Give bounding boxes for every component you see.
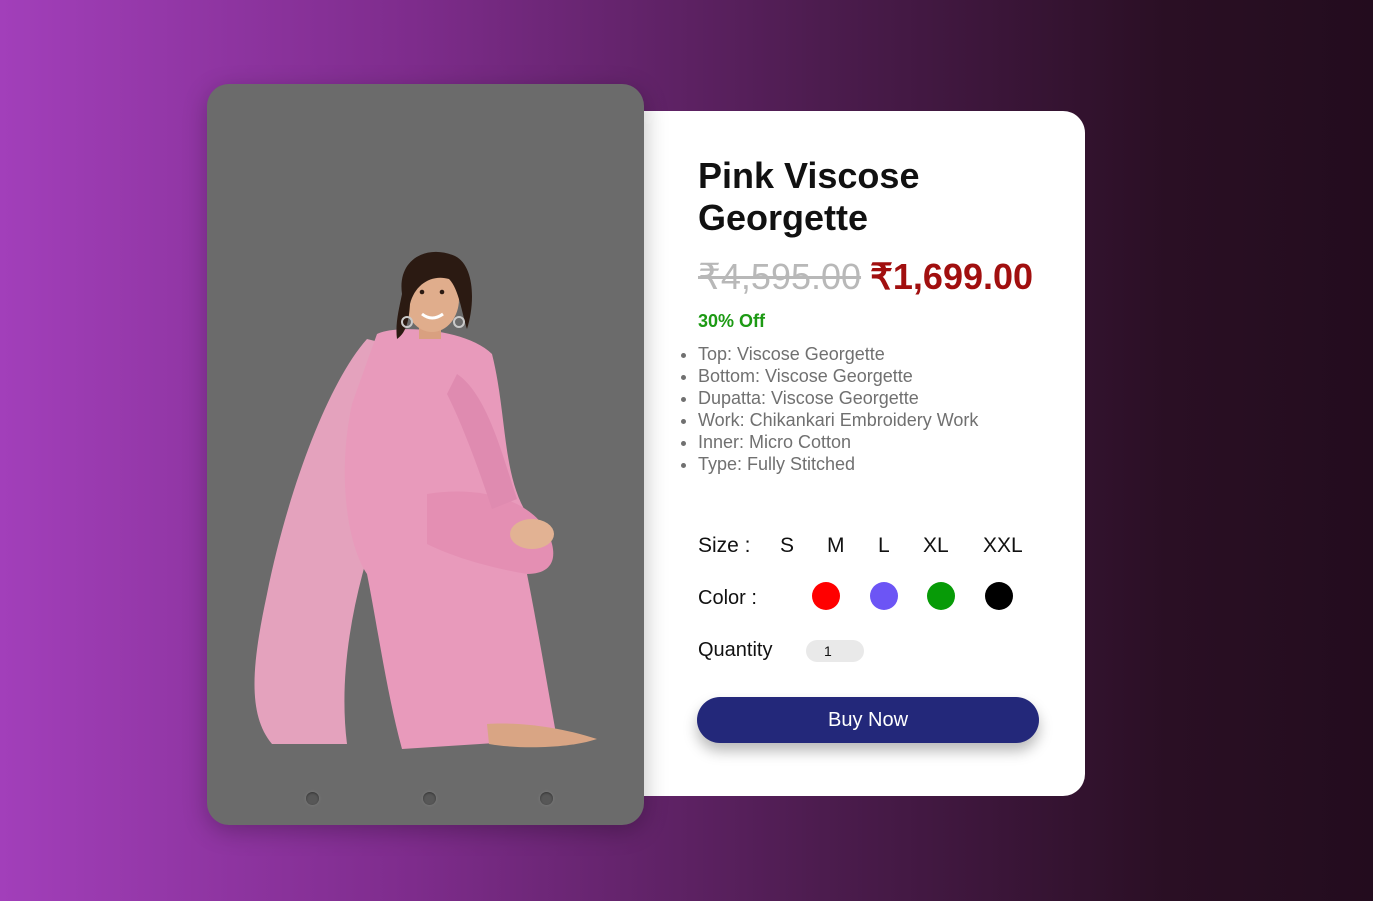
feature-item: Inner: Micro Cotton bbox=[698, 431, 978, 453]
color-swatch-green[interactable] bbox=[927, 582, 955, 610]
quantity-label: Quantity bbox=[698, 639, 773, 661]
color-label: Color : bbox=[698, 587, 757, 609]
discount-badge: 30% Off bbox=[698, 311, 766, 331]
product-image-card bbox=[207, 84, 644, 825]
feature-item: Work: Chikankari Embroidery Work bbox=[698, 409, 978, 431]
carousel-dots bbox=[207, 792, 644, 806]
size-option-m[interactable]: M bbox=[827, 534, 845, 558]
carousel-dot-1[interactable] bbox=[306, 792, 319, 805]
size-option-s[interactable]: S bbox=[780, 534, 794, 558]
original-price: ₹4,595.00 bbox=[698, 256, 862, 297]
product-info-card: Pink Viscose Georgette ₹4,595.00 ₹1,699.… bbox=[620, 111, 1085, 796]
sale-price: ₹1,699.00 bbox=[870, 256, 1034, 297]
buy-now-button[interactable]: Buy Now bbox=[697, 697, 1039, 743]
feature-item: Type: Fully Stitched bbox=[698, 453, 978, 475]
color-swatch-purple[interactable] bbox=[870, 582, 898, 610]
size-option-xl[interactable]: XL bbox=[923, 534, 949, 558]
quantity-input[interactable] bbox=[806, 640, 864, 662]
carousel-dot-2[interactable] bbox=[423, 792, 436, 805]
feature-item: Dupatta: Viscose Georgette bbox=[698, 387, 978, 409]
color-swatch-red[interactable] bbox=[812, 582, 840, 610]
carousel-dot-3[interactable] bbox=[540, 792, 553, 805]
feature-item: Bottom: Viscose Georgette bbox=[698, 365, 978, 387]
product-title: Pink Viscose Georgette bbox=[698, 155, 920, 238]
color-swatch-black[interactable] bbox=[985, 582, 1013, 610]
feature-item: Top: Viscose Georgette bbox=[698, 343, 978, 365]
size-label: Size : bbox=[698, 534, 751, 557]
product-image bbox=[254, 251, 597, 749]
feature-list: Top: Viscose Georgette Bottom: Viscose G… bbox=[678, 343, 978, 475]
size-option-l[interactable]: L bbox=[878, 534, 890, 558]
size-option-xxl[interactable]: XXL bbox=[983, 534, 1023, 558]
